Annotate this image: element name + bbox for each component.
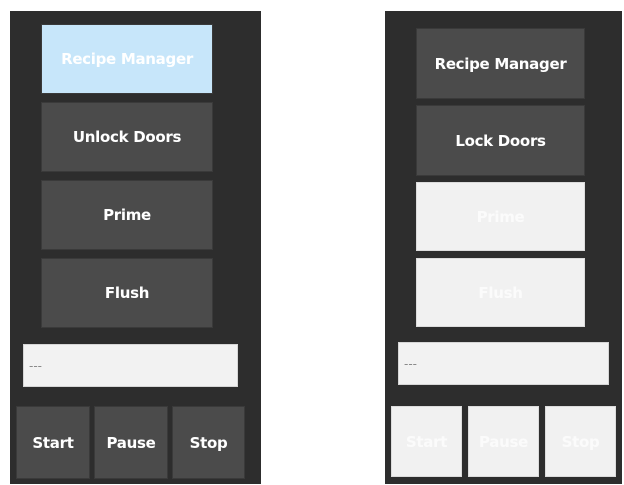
- start-button: Start: [391, 406, 462, 477]
- recipe-manager-button[interactable]: Recipe Manager: [416, 28, 585, 99]
- prime-button[interactable]: Prime: [41, 180, 213, 250]
- stop-button[interactable]: Stop: [172, 406, 245, 479]
- status-field[interactable]: ---: [23, 344, 238, 387]
- prime-button: Prime: [416, 182, 585, 251]
- start-button[interactable]: Start: [16, 406, 90, 479]
- control-panel-right: Recipe Manager Lock Doors Prime Flush --…: [385, 11, 622, 484]
- control-panel-left: Recipe Manager Unlock Doors Prime Flush …: [10, 11, 261, 484]
- stop-button: Stop: [545, 406, 616, 477]
- pause-button[interactable]: Pause: [94, 406, 168, 479]
- unlock-doors-button[interactable]: Unlock Doors: [41, 102, 213, 172]
- pause-button: Pause: [468, 406, 539, 477]
- status-field[interactable]: ---: [398, 342, 609, 385]
- flush-button[interactable]: Flush: [41, 258, 213, 328]
- lock-doors-button[interactable]: Lock Doors: [416, 105, 585, 176]
- flush-button: Flush: [416, 258, 585, 327]
- recipe-manager-button[interactable]: Recipe Manager: [41, 24, 213, 94]
